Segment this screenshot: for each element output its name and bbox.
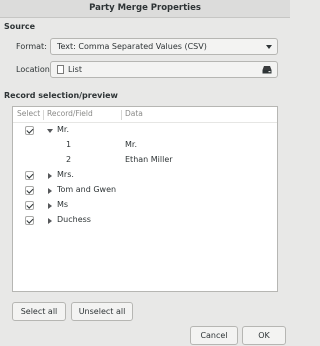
expander-collapsed-icon[interactable] — [48, 173, 52, 179]
records-heading: Record selection/preview — [4, 91, 118, 100]
expander-collapsed-icon[interactable] — [48, 203, 52, 209]
dialog-title: Party Merge Properties — [0, 0, 290, 18]
location-field[interactable]: List — [50, 61, 278, 78]
column-header-record-field[interactable]: Record/Field — [47, 109, 93, 118]
tree-row-record[interactable]: Mr. — [13, 122, 277, 137]
column-header-data[interactable]: Data — [125, 109, 143, 118]
location-label: Location: — [16, 65, 53, 74]
source-heading: Source — [4, 22, 36, 31]
column-separator — [43, 110, 44, 120]
unselect-all-button[interactable]: Unselect all — [71, 302, 133, 321]
record-label: Ms — [57, 200, 69, 209]
field-name: 1 — [66, 140, 72, 149]
chevron-down-icon — [266, 45, 272, 49]
location-value: List — [68, 65, 82, 74]
tree-row-field[interactable]: 1 Mr. — [13, 137, 277, 152]
field-name: 2 — [66, 155, 72, 164]
field-data: Mr. — [125, 140, 137, 149]
format-value: Text: Comma Separated Values (CSV) — [57, 42, 207, 51]
record-label: Duchess — [57, 215, 91, 224]
select-all-button[interactable]: Select all — [12, 302, 66, 321]
expander-collapsed-icon[interactable] — [48, 218, 52, 224]
document-icon — [57, 65, 64, 74]
record-checkbox[interactable] — [25, 201, 34, 210]
record-label: Tom and Gwen — [57, 185, 117, 194]
record-checkbox[interactable] — [25, 171, 34, 180]
tree-row-field[interactable]: 2 Ethan Miller — [13, 152, 277, 167]
format-combo[interactable]: Text: Comma Separated Values (CSV) — [50, 38, 278, 55]
expander-expanded-icon[interactable] — [47, 129, 53, 133]
record-checkbox[interactable] — [25, 216, 34, 225]
expander-collapsed-icon[interactable] — [48, 188, 52, 194]
tree-row-record[interactable]: Tom and Gwen — [13, 182, 277, 197]
tree-row-record[interactable]: Ms — [13, 197, 277, 212]
record-tree[interactable]: Select Record/Field Data Mr. 1 Mr. 2 Eth… — [12, 106, 278, 292]
field-data: Ethan Miller — [125, 155, 173, 164]
column-separator — [121, 110, 122, 120]
drive-icon[interactable] — [262, 65, 272, 74]
record-checkbox[interactable] — [25, 186, 34, 195]
record-checkbox[interactable] — [25, 126, 34, 135]
tree-row-record[interactable]: Duchess — [13, 212, 277, 227]
column-header-select[interactable]: Select — [17, 109, 40, 118]
tree-row-record[interactable]: Mrs. — [13, 167, 277, 182]
ok-button[interactable]: OK — [242, 326, 286, 345]
record-label: Mr. — [57, 125, 69, 134]
record-label: Mrs. — [57, 170, 74, 179]
format-label: Format: — [16, 42, 47, 51]
cancel-button[interactable]: Cancel — [190, 326, 238, 345]
